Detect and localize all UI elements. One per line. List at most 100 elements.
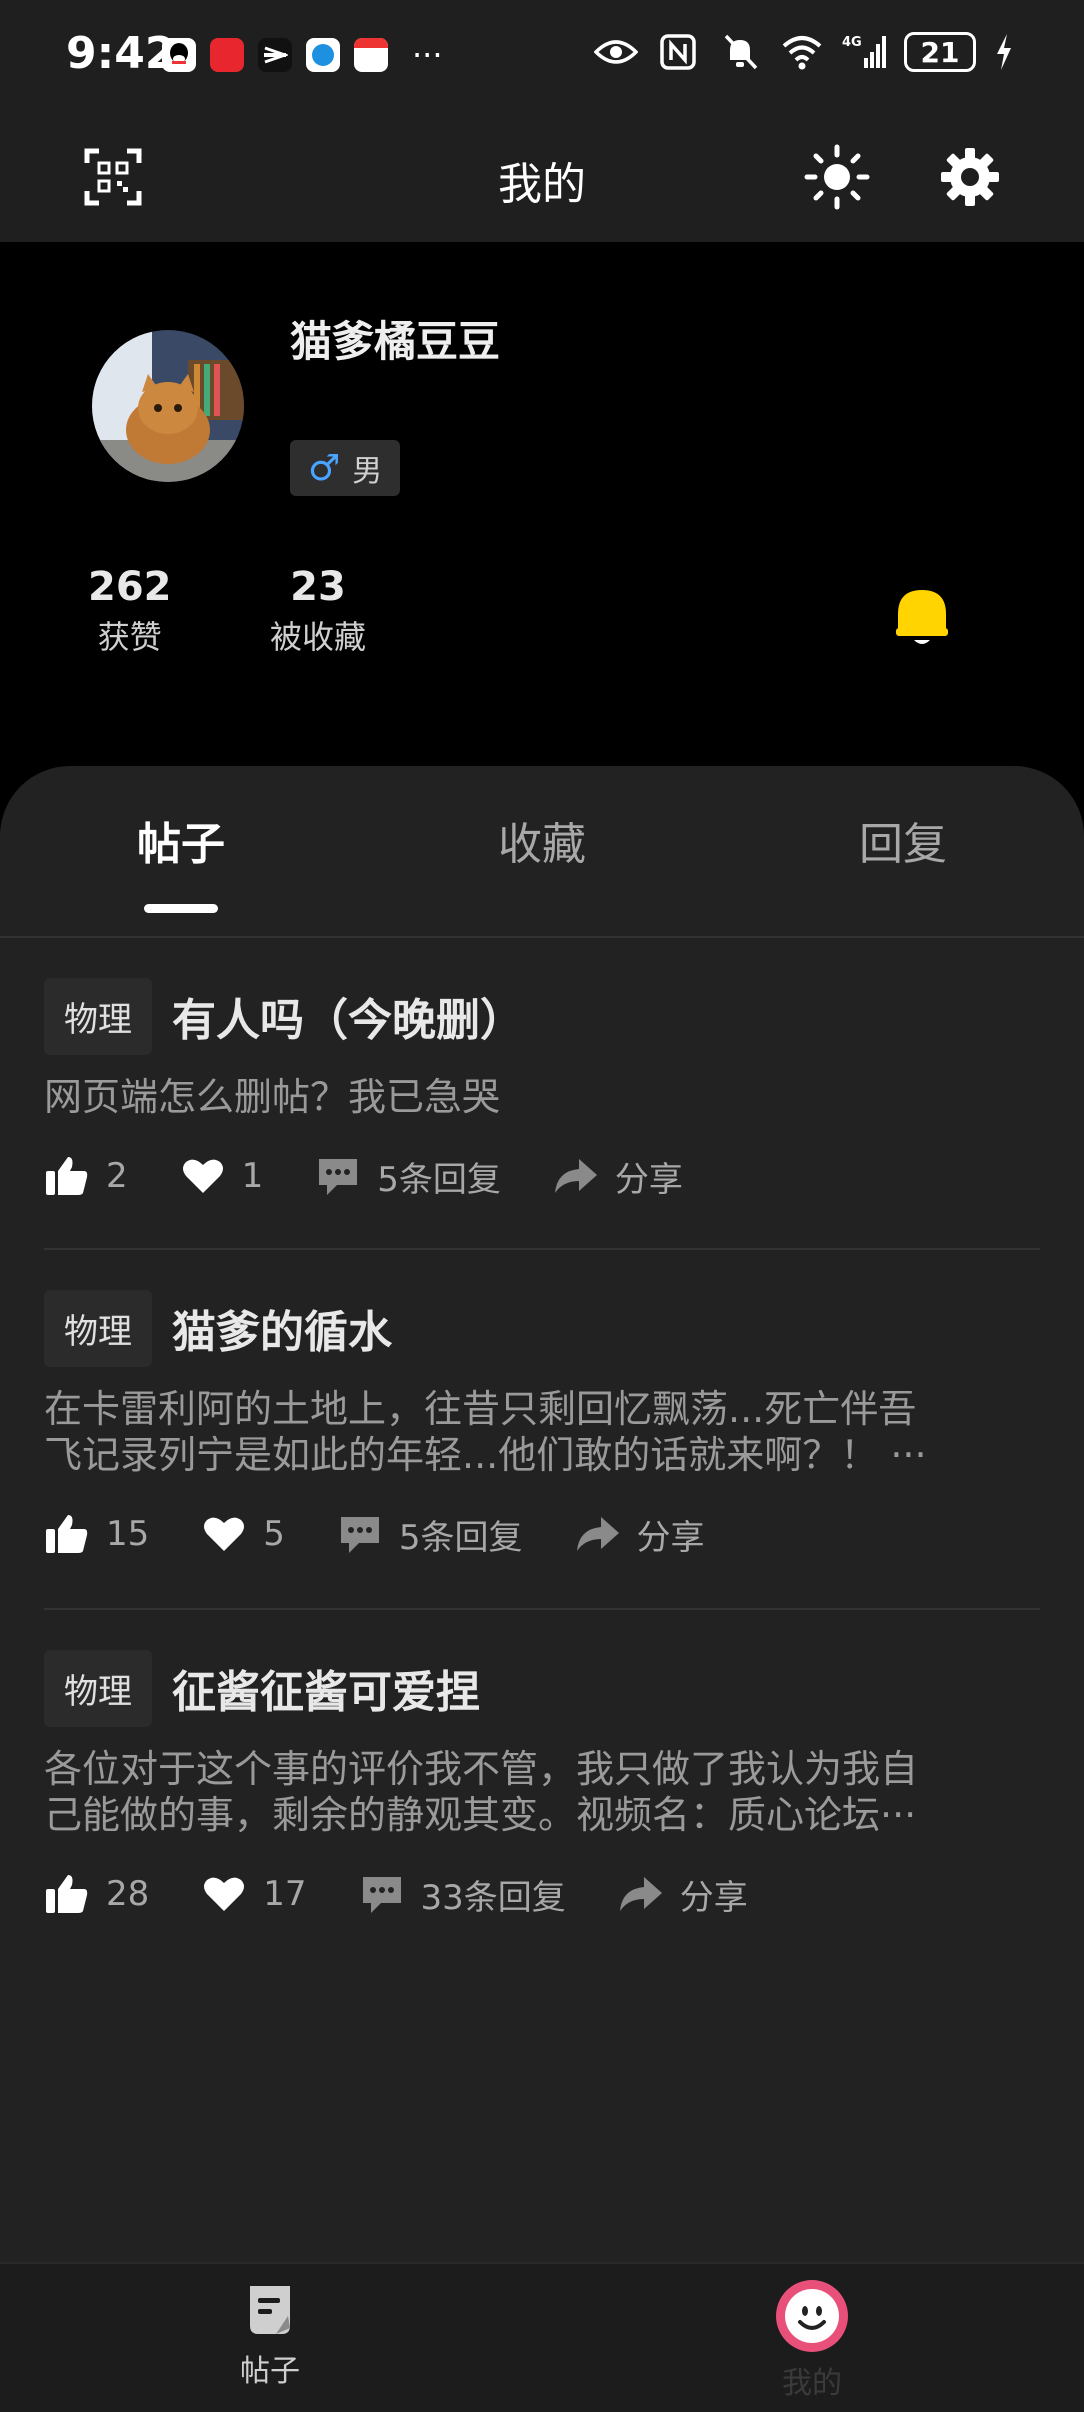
nav-item-mine[interactable]: 我的	[732, 2280, 892, 2402]
favorite-button[interactable]: 17	[201, 1871, 307, 1917]
nav-label-posts: 帖子	[240, 2354, 300, 2389]
notification-bell-icon[interactable]	[894, 586, 950, 652]
share-arrow-icon	[619, 1877, 662, 1911]
post-excerpt[interactable]: 各位对于这个事的评价我不管，我只做了我认为我自 己能做的事，剩余的静观其变。视频…	[44, 1746, 1040, 1838]
favorite-button[interactable]: 1	[180, 1153, 264, 1199]
stat-collected-value: 23	[290, 564, 346, 610]
share-arrow-icon	[554, 1159, 597, 1193]
post-card[interactable]: 物理 猫爹的循水 在卡雷利阿的土地上，往昔只剩回忆飘荡...死亡伴吾 飞记录列宁…	[44, 1288, 1040, 1564]
profile-section: 猫爹橘豆豆 ♂ 男 262 获赞 23 被收藏	[0, 242, 1084, 782]
male-symbol-icon: ♂	[308, 447, 341, 489]
smiley-avatar-icon	[776, 2280, 848, 2352]
thumbs-up-icon	[46, 1157, 88, 1195]
heart-icon	[204, 1517, 245, 1551]
like-button[interactable]: 15	[44, 1511, 149, 1557]
post-category-tag[interactable]: 物理	[44, 1289, 152, 1367]
post-icon	[250, 2286, 290, 2334]
comment-icon	[340, 1517, 379, 1553]
reply-count: 33条回复	[420, 1877, 566, 1918]
reply-count: 5条回复	[398, 1517, 523, 1558]
post-card[interactable]: 物理 有人吗（今晚删） 网页端怎么删帖？我已急哭 2 1 5条回复 分享	[44, 976, 1040, 1206]
post-title[interactable]: 猫爹的循水	[172, 1296, 392, 1360]
like-count: 2	[106, 1156, 128, 1196]
battery-indicator: 21	[904, 32, 976, 72]
status-notification-icons: ···	[162, 38, 443, 72]
post-category-tag[interactable]: 物理	[44, 977, 152, 1055]
thumbs-up-icon	[46, 1875, 88, 1913]
post-title[interactable]: 有人吗（今晚删）	[172, 984, 524, 1048]
tab-favorites[interactable]: 收藏	[442, 808, 642, 872]
avatar[interactable]	[92, 330, 244, 482]
sun-icon	[804, 144, 870, 210]
charging-icon	[997, 34, 1011, 70]
gear-icon	[941, 148, 999, 206]
svg-text:4G: 4G	[842, 35, 862, 50]
favorite-count: 17	[263, 1874, 307, 1914]
favorite-button[interactable]: 5	[201, 1511, 285, 1557]
username: 猫爹橘豆豆	[290, 317, 501, 366]
huawei-app-icon	[210, 38, 244, 72]
heart-icon	[182, 1159, 223, 1193]
tab-replies[interactable]: 回复	[803, 808, 1003, 872]
status-bar: 9:42 ··· 4G 21	[0, 0, 1084, 110]
reply-button[interactable]: 5条回复	[337, 1510, 523, 1559]
wifi-icon	[782, 36, 822, 70]
reply-button[interactable]: 33条回复	[359, 1870, 566, 1919]
tab-bar: 帖子 收藏 回复	[0, 766, 1084, 936]
qq-app-icon	[162, 38, 196, 72]
tab-active-indicator	[144, 904, 218, 913]
post-excerpt[interactable]: 在卡雷利阿的土地上，往昔只剩回忆飘荡...死亡伴吾 飞记录列宁是如此的年轻...…	[44, 1386, 1040, 1478]
like-button[interactable]: 2	[44, 1153, 128, 1199]
tab-posts[interactable]: 帖子	[81, 808, 281, 872]
favorite-count: 1	[241, 1156, 264, 1196]
like-count: 15	[106, 1514, 150, 1554]
share-arrow-icon	[576, 1517, 619, 1551]
bottom-navigation: 帖子 我的	[0, 2262, 1084, 2412]
calendar-app-icon	[354, 38, 388, 72]
browser-app-icon	[306, 38, 340, 72]
stat-collected[interactable]: 23 被收藏	[270, 564, 366, 658]
mute-bell-icon	[724, 34, 758, 70]
post-card[interactable]: 物理 征酱征酱可爱捏 各位对于这个事的评价我不管，我只做了我认为我自 己能做的事…	[44, 1648, 1040, 1924]
share-button[interactable]: 分享	[575, 1510, 705, 1559]
share-label: 分享	[614, 1159, 683, 1200]
stat-likes[interactable]: 262 获赞	[88, 564, 172, 658]
post-actions: 2 1 5条回复 分享	[44, 1146, 1040, 1206]
cat-photo-avatar	[92, 330, 244, 482]
top-app-bar: 我的	[0, 110, 1084, 242]
share-button[interactable]: 分享	[553, 1152, 683, 1201]
nav-label-mine: 我的	[782, 2366, 842, 2401]
share-button[interactable]: 分享	[618, 1870, 748, 1919]
capcut-app-icon	[258, 38, 292, 72]
post-excerpt[interactable]: 网页端怎么删帖？我已急哭	[44, 1074, 1040, 1120]
heart-icon	[204, 1877, 245, 1911]
gender-label: 男	[352, 454, 383, 489]
post-category-tag[interactable]: 物理	[44, 1649, 152, 1727]
post-actions: 15 5 5条回复 分享	[44, 1504, 1040, 1564]
settings-button[interactable]	[935, 142, 1005, 212]
comment-icon	[362, 1877, 401, 1913]
theme-toggle-button[interactable]	[802, 142, 872, 212]
content-panel: 帖子 收藏 回复 物理 有人吗（今晚删） 网页端怎么删帖？我已急哭 2 1 5条…	[0, 766, 1084, 2262]
status-system-icons: 4G 21	[594, 32, 1014, 72]
gender-badge: ♂ 男	[290, 440, 401, 496]
comment-icon	[319, 1159, 358, 1195]
nav-item-posts[interactable]: 帖子	[190, 2282, 350, 2390]
post-divider	[44, 1248, 1040, 1250]
thumbs-up-icon	[46, 1515, 88, 1553]
like-button[interactable]: 28	[44, 1871, 149, 1917]
stat-likes-label: 获赞	[97, 618, 162, 656]
stat-likes-value: 262	[88, 564, 172, 610]
reply-count: 5条回复	[377, 1159, 501, 1200]
share-label: 分享	[679, 1877, 748, 1918]
reply-button[interactable]: 5条回复	[315, 1152, 501, 1201]
stat-collected-label: 被收藏	[270, 618, 367, 656]
like-count: 28	[106, 1874, 150, 1914]
post-title[interactable]: 征酱征酱可爱捏	[172, 1656, 480, 1720]
status-time: 9:42	[66, 28, 176, 79]
post-divider	[44, 1608, 1040, 1610]
eye-icon	[594, 40, 638, 64]
status-more: ···	[412, 36, 443, 74]
share-label: 分享	[636, 1517, 705, 1558]
page-title: 我的	[498, 159, 586, 210]
